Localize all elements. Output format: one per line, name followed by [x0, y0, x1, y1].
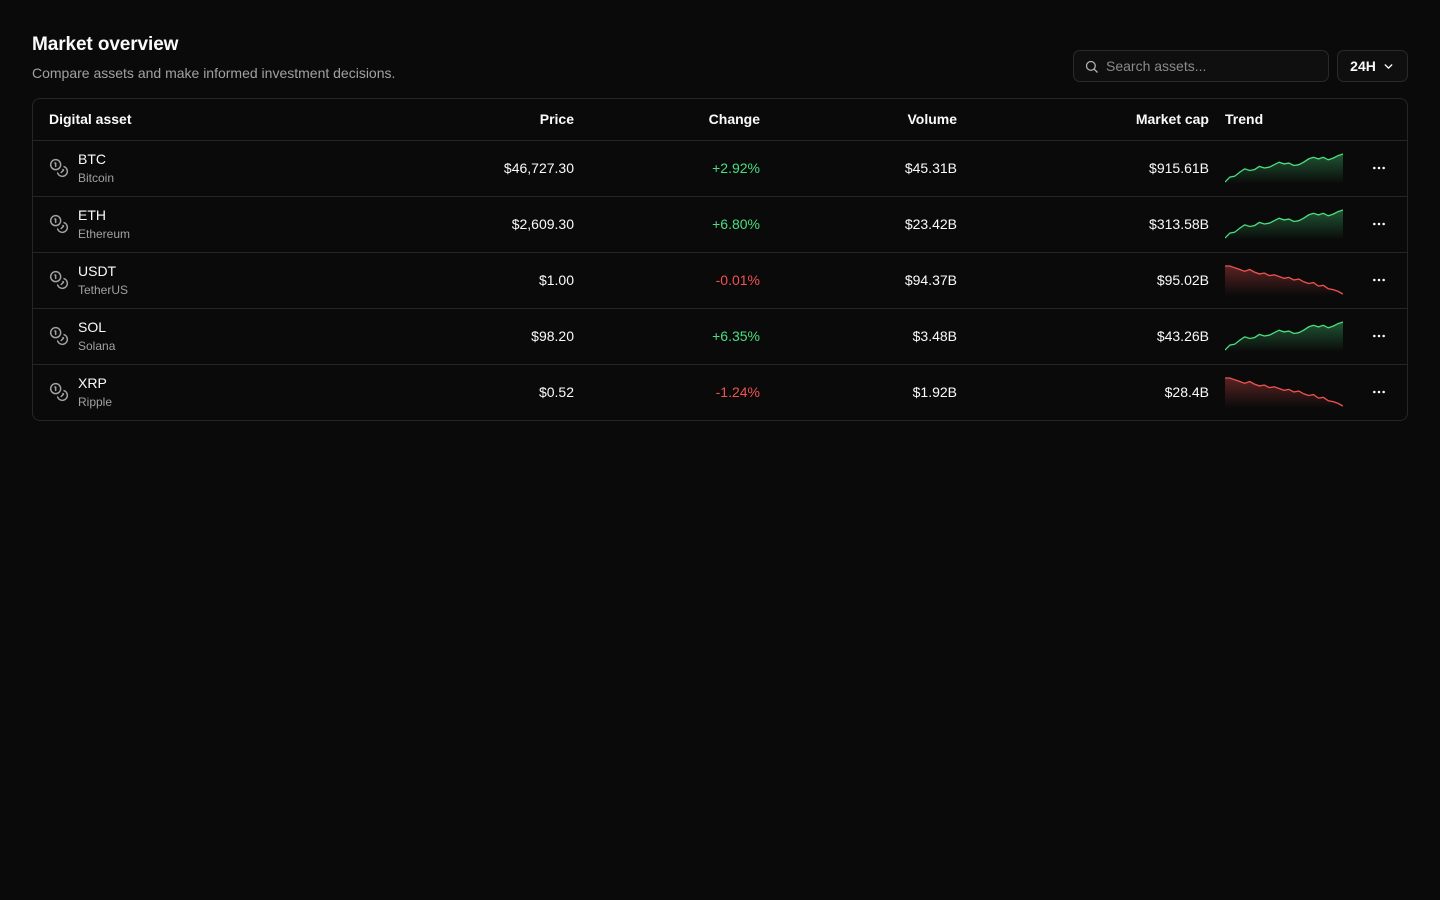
- asset-symbol: XRP: [78, 375, 107, 392]
- volume-cell: $23.42B: [904, 216, 957, 232]
- asset-cell: ETH Ethereum: [33, 196, 403, 252]
- assets-table: Digital asset Price Change Volume Market…: [33, 99, 1407, 420]
- assets-table-container: Digital asset Price Change Volume Market…: [32, 98, 1408, 421]
- price-cell: $1.00: [538, 272, 574, 288]
- asset-cell: USDT TetherUS: [33, 252, 403, 308]
- market-cap-cell: $915.61B: [1149, 160, 1209, 176]
- row-actions-button[interactable]: [1365, 378, 1393, 406]
- trend-sparkline: [1225, 265, 1343, 296]
- asset-name: TetherUS: [78, 283, 129, 297]
- trend-sparkline: [1225, 377, 1343, 409]
- market-cap-cell: $43.26B: [1156, 328, 1209, 344]
- actions-cell: [1349, 308, 1407, 364]
- page-header: Market overview Compare assets and make …: [32, 34, 395, 81]
- volume-cell: $3.48B: [912, 328, 957, 344]
- trend-cell: [1209, 140, 1349, 196]
- market-cap-cell: $28.4B: [1164, 384, 1209, 401]
- table-row[interactable]: XRP Ripple $0.52 -1.24% $1.92B $28.4B: [33, 364, 1407, 420]
- trend-cell: [1209, 364, 1349, 420]
- more-horizontal-icon: [1373, 166, 1385, 170]
- coins-icon: [49, 270, 69, 290]
- asset-cell: BTC Bitcoin: [33, 140, 403, 196]
- row-actions-button[interactable]: [1365, 210, 1393, 238]
- row-actions-button[interactable]: [1365, 322, 1393, 350]
- time-range-select[interactable]: 24H: [1337, 50, 1408, 82]
- column-header-asset: Digital asset: [33, 99, 403, 141]
- asset-name: Ripple: [78, 395, 113, 410]
- asset-symbol: USDT: [78, 263, 117, 279]
- trend-sparkline: [1225, 321, 1343, 352]
- volume-cell: $94.37B: [904, 272, 957, 288]
- column-header-market-cap: Market cap: [957, 99, 1209, 141]
- price-cell: $46,727.30: [503, 160, 574, 176]
- market-cap-cell: $313.58B: [1149, 216, 1209, 232]
- actions-cell: [1349, 364, 1407, 420]
- page-subtitle: Compare assets and make informed investm…: [32, 65, 396, 81]
- price-cell: $2,609.30: [511, 216, 574, 232]
- asset-symbol: SOL: [78, 319, 107, 335]
- coins-icon: [49, 326, 69, 346]
- column-header-change: Change: [574, 99, 760, 141]
- toolbar: 24H: [1073, 50, 1408, 82]
- trend-sparkline: [1225, 209, 1343, 240]
- actions-cell: [1349, 140, 1407, 196]
- change-cell: -0.01%: [715, 272, 760, 288]
- column-header-actions: [1349, 99, 1407, 141]
- search-input[interactable]: [1106, 58, 1318, 74]
- coins-icon: [49, 158, 69, 178]
- time-range-value: 24H: [1350, 58, 1376, 74]
- trend-cell: [1209, 252, 1349, 308]
- change-cell: +6.35%: [712, 328, 760, 344]
- asset-symbol: ETH: [78, 207, 106, 223]
- more-horizontal-icon: [1373, 334, 1385, 338]
- change-cell: +2.92%: [712, 160, 760, 176]
- change-cell: +6.80%: [712, 216, 760, 232]
- asset-symbol: BTC: [78, 151, 106, 167]
- coins-icon: [49, 383, 69, 402]
- more-horizontal-icon: [1373, 390, 1385, 394]
- market-cap-cell: $95.02B: [1156, 272, 1209, 288]
- row-actions-button[interactable]: [1365, 266, 1393, 294]
- table-row[interactable]: SOL Solana $98.20 +6.35% $3.48B $43.26B: [33, 308, 1407, 364]
- trend-sparkline: [1225, 153, 1343, 184]
- column-header-price: Price: [403, 99, 574, 141]
- column-header-trend: Trend: [1209, 99, 1349, 141]
- table-row[interactable]: USDT TetherUS $1.00 -0.01% $94.37B $95.0…: [33, 252, 1407, 308]
- more-horizontal-icon: [1373, 278, 1385, 282]
- row-actions-button[interactable]: [1365, 154, 1393, 182]
- search-icon: [1085, 60, 1098, 73]
- table-row[interactable]: BTC Bitcoin $46,727.30 +2.92% $45.31B $9…: [33, 140, 1407, 196]
- market-overview-page: Market overview Compare assets and make …: [0, 0, 1440, 900]
- search-box[interactable]: [1073, 50, 1329, 82]
- actions-cell: [1349, 196, 1407, 252]
- trend-cell: [1209, 196, 1349, 252]
- actions-cell: [1349, 252, 1407, 308]
- table-row[interactable]: ETH Ethereum $2,609.30 +6.80% $23.42B $3…: [33, 196, 1407, 252]
- asset-name: Bitcoin: [78, 171, 115, 185]
- chevron-down-icon: [1384, 63, 1393, 69]
- coins-icon: [49, 214, 69, 234]
- change-cell: -1.24%: [715, 384, 760, 401]
- price-cell: $0.52: [538, 384, 574, 401]
- asset-cell: XRP Ripple: [33, 364, 403, 420]
- column-header-volume: Volume: [760, 99, 957, 141]
- table-header: Digital asset Price Change Volume Market…: [33, 99, 1407, 141]
- price-cell: $98.20: [531, 328, 574, 344]
- asset-name: Solana: [78, 339, 116, 353]
- trend-cell: [1209, 308, 1349, 364]
- asset-name: Ethereum: [78, 227, 131, 241]
- more-horizontal-icon: [1373, 222, 1385, 226]
- volume-cell: $1.92B: [912, 384, 957, 401]
- page-title: Market overview: [32, 34, 179, 55]
- table-body: BTC Bitcoin $46,727.30 +2.92% $45.31B $9…: [33, 140, 1407, 420]
- volume-cell: $45.31B: [904, 160, 957, 176]
- asset-cell: SOL Solana: [33, 308, 403, 364]
